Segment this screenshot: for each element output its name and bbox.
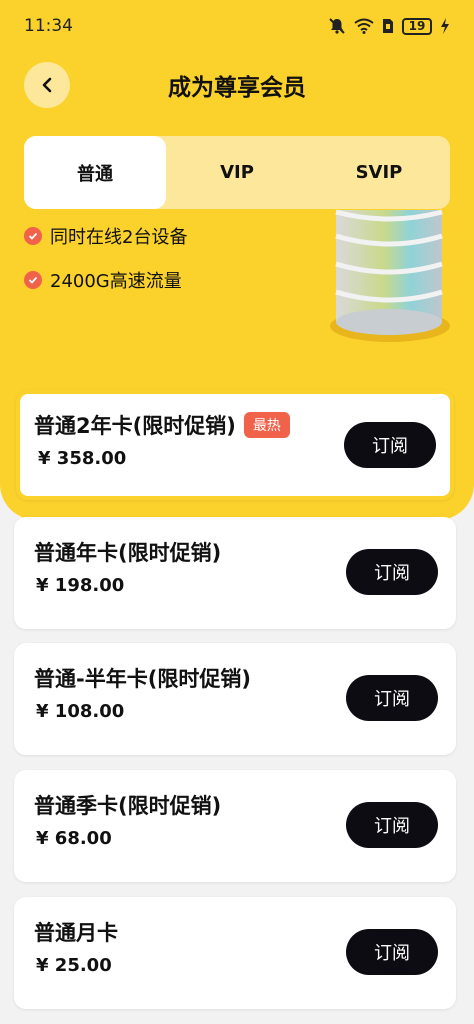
status-time: 11:34	[24, 16, 73, 36]
tab-svip[interactable]: SVIP	[308, 136, 450, 209]
check-icon	[24, 227, 42, 245]
subscribe-button[interactable]: 订阅	[346, 549, 438, 595]
plan-name: 普通年卡(限时促销)	[34, 541, 222, 565]
feature-item: 2400G高速流量	[24, 264, 187, 296]
header: 成为尊享会员	[0, 58, 474, 110]
wifi-icon	[354, 18, 374, 34]
feature-text: 2400G高速流量	[50, 271, 182, 292]
plan-price: ¥ 358.00	[38, 448, 127, 469]
membership-tabs: 普通 VIP SVIP	[24, 136, 450, 209]
plan-price: ¥ 68.00	[36, 828, 112, 849]
feature-text: 同时在线2台设备	[50, 227, 188, 248]
tab-vip[interactable]: VIP	[166, 136, 308, 209]
subscribe-button[interactable]: 订阅	[346, 675, 438, 721]
plan-price: ¥ 198.00	[36, 575, 125, 596]
plan-card-half-year[interactable]: 普通-半年卡(限时促销) ¥ 108.00 订阅	[14, 643, 456, 755]
hot-badge: 最热	[243, 412, 290, 438]
feature-item: 同时在线2台设备	[24, 220, 187, 252]
plan-card-2-year[interactable]: 普通2年卡(限时促销) 最热 ¥ 358.00 订阅	[16, 390, 454, 500]
plan-name: 普通月卡	[34, 921, 118, 945]
plan-card-month[interactable]: 普通月卡 ¥ 25.00 订阅	[14, 897, 456, 1009]
plan-price: ¥ 25.00	[36, 955, 112, 976]
subscribe-button[interactable]: 订阅	[344, 422, 436, 468]
plan-card-quarter[interactable]: 普通季卡(限时促销) ¥ 68.00 订阅	[14, 770, 456, 882]
charging-icon	[440, 18, 450, 34]
mute-bell-icon	[328, 17, 346, 35]
page-title: 成为尊享会员	[168, 75, 306, 101]
status-bar: 11:34 19	[0, 0, 474, 52]
plan-name: 普通2年卡(限时促销) 最热	[34, 410, 290, 440]
sim-icon	[382, 18, 394, 34]
subscribe-button[interactable]: 订阅	[346, 802, 438, 848]
tab-normal[interactable]: 普通	[24, 136, 166, 209]
plan-price: ¥ 108.00	[36, 701, 125, 722]
status-icons: 19	[328, 17, 450, 35]
subscribe-button[interactable]: 订阅	[346, 929, 438, 975]
feature-list: 同时在线2台设备 2400G高速流量	[24, 220, 187, 308]
check-icon	[24, 271, 42, 289]
battery-icon: 19	[402, 17, 432, 35]
plan-name: 普通季卡(限时促销)	[34, 794, 222, 818]
plan-card-1-year[interactable]: 普通年卡(限时促销) ¥ 198.00 订阅	[14, 517, 456, 629]
server-illustration	[330, 208, 450, 344]
plan-name: 普通-半年卡(限时促销)	[34, 667, 251, 691]
